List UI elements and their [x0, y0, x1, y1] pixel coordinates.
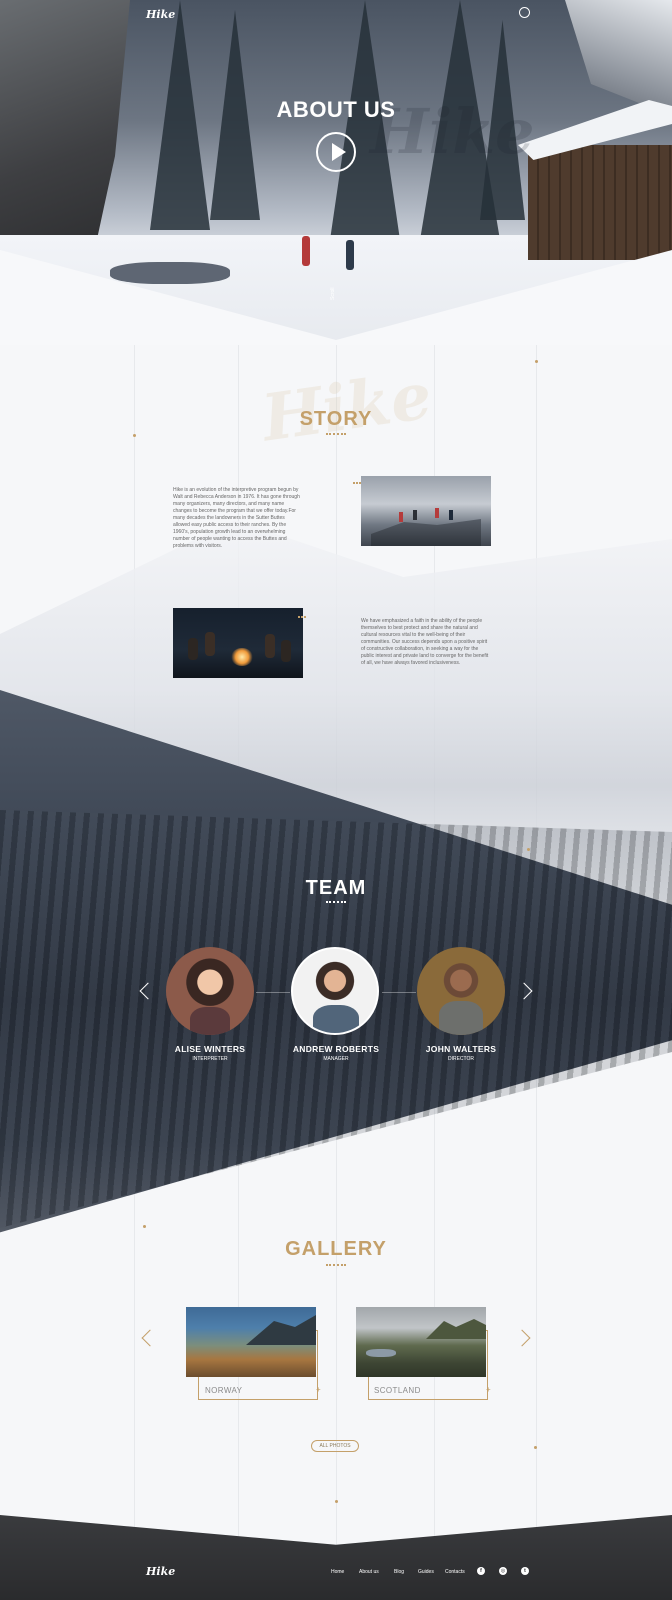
- story-ornament: [298, 614, 306, 618]
- hero-rock-left: [0, 0, 130, 260]
- footer-nav-home[interactable]: Home: [331, 1569, 344, 1575]
- header-logo[interactable]: Hike: [146, 8, 175, 21]
- hiker-figure: [302, 236, 310, 266]
- team-avatar-john[interactable]: [417, 947, 505, 1035]
- gallery-prev-arrow[interactable]: [141, 1329, 159, 1347]
- grid-dot: [527, 848, 530, 851]
- twitter-icon[interactable]: t: [521, 1567, 529, 1575]
- footer-nav-contacts[interactable]: Contacts: [445, 1569, 465, 1575]
- hero-section: Hike Hike ABOUT US Scroll: [0, 0, 672, 345]
- grid-dot: [133, 434, 136, 437]
- grid-dot: [535, 360, 538, 363]
- hero-stream: [110, 262, 230, 284]
- story-title-ornament: [326, 431, 346, 435]
- gallery-title-ornament: [326, 1262, 346, 1266]
- footer-logo[interactable]: Hike: [146, 1565, 175, 1578]
- team-connector: [256, 992, 290, 993]
- scroll-indicator[interactable]: Scroll: [330, 287, 336, 300]
- grid-dot: [143, 1225, 146, 1228]
- grid-dot: [534, 1446, 537, 1449]
- team-member-role: MANAGER: [323, 1056, 349, 1062]
- hiker-figure: [346, 240, 354, 270]
- gallery-label-scotland[interactable]: SCOTLAND: [374, 1386, 421, 1395]
- team-avatar-andrew[interactable]: [291, 947, 379, 1035]
- footer-nav-blog[interactable]: Blog: [394, 1569, 404, 1575]
- story-title: STORY: [299, 408, 373, 430]
- gallery-plus-icon[interactable]: +: [486, 1385, 491, 1394]
- gallery-photo-norway[interactable]: [186, 1307, 316, 1377]
- facebook-icon[interactable]: f: [477, 1567, 485, 1575]
- team-member-name: ANDREW ROBERTS: [292, 1044, 380, 1054]
- footer-nav-guides[interactable]: Guides: [418, 1569, 434, 1575]
- team-avatar-alise[interactable]: [166, 947, 254, 1035]
- dribbble-icon[interactable]: ◎: [499, 1567, 507, 1575]
- gallery-title: GALLERY: [285, 1238, 387, 1260]
- hero-cabin: [518, 100, 672, 260]
- gallery-plus-icon[interactable]: +: [316, 1385, 321, 1394]
- story-photo-campfire: [173, 608, 303, 678]
- menu-icon[interactable]: [519, 7, 530, 18]
- page-title: ABOUT US: [276, 97, 396, 122]
- gallery-label-norway[interactable]: NORWAY: [205, 1386, 242, 1395]
- story-paragraph-1: Hike is an evolution of the interpretive…: [173, 487, 300, 549]
- gallery-photo-scotland[interactable]: [356, 1307, 486, 1377]
- grid-dot: [335, 1500, 338, 1503]
- story-ornament: [353, 480, 361, 484]
- team-title-ornament: [326, 899, 346, 903]
- footer-nav-about[interactable]: About us: [359, 1569, 379, 1575]
- team-member-role: DIRECTOR: [447, 1056, 475, 1062]
- all-photos-button[interactable]: ALL PHOTOS: [311, 1440, 359, 1452]
- team-connector: [382, 992, 416, 993]
- team-member-role: INTERPRETER: [192, 1056, 228, 1062]
- story-paragraph-2: We have emphasized a faith in the abilit…: [361, 618, 489, 666]
- team-title: TEAM: [305, 877, 367, 899]
- team-member-name: JOHN WALTERS: [425, 1044, 497, 1054]
- team-member-name: ALISE WINTERS: [174, 1044, 246, 1054]
- gallery-next-arrow[interactable]: [513, 1329, 531, 1347]
- play-video-button[interactable]: [316, 132, 356, 172]
- story-photo-hikers: [361, 476, 491, 546]
